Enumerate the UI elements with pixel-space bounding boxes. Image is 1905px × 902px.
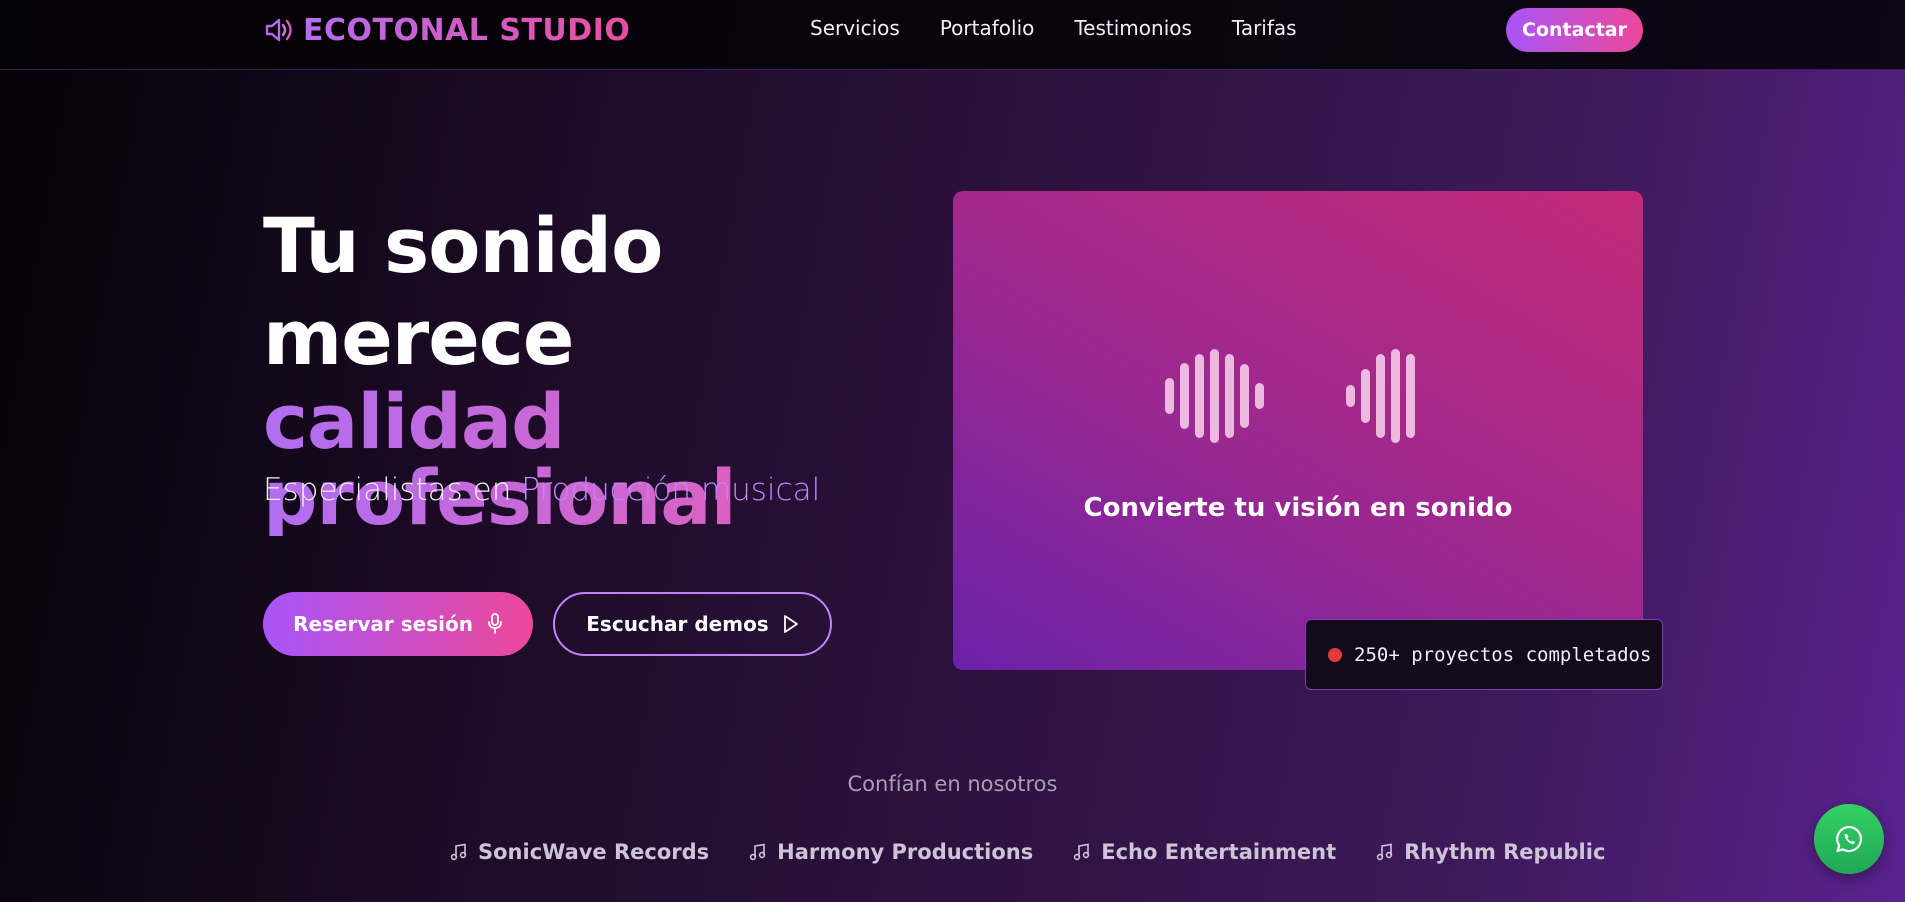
visual-caption: Convierte tu visión en sonido	[1083, 493, 1513, 523]
nav-link-servicios[interactable]: Servicios	[810, 16, 900, 40]
site-header: ECOTONAL STUDIO Servicios Portafolio Tes…	[0, 0, 1905, 70]
subtitle-highlight: Producción musical	[521, 472, 821, 508]
music-note-icon	[749, 843, 766, 861]
main-nav: Servicios Portafolio Testimonios Tarifas	[810, 16, 1297, 40]
partner-item: Echo Entertainment	[1073, 840, 1336, 864]
book-session-button[interactable]: Reservar sesión	[263, 592, 533, 656]
nav-link-testimonios[interactable]: Testimonios	[1074, 16, 1192, 40]
projects-badge: 250+ proyectos completados	[1305, 619, 1663, 690]
sound-wave-icon	[1346, 346, 1415, 446]
microphone-icon	[488, 613, 502, 634]
partner-item: Rhythm Republic	[1376, 840, 1605, 864]
subtitle-prefix: Especialistas en	[263, 472, 512, 508]
contact-button[interactable]: Contactar	[1506, 8, 1643, 52]
partner-item: Harmony Productions	[749, 840, 1033, 864]
brand-logo[interactable]: ECOTONAL STUDIO	[263, 12, 630, 48]
music-note-icon	[450, 843, 467, 861]
music-note-icon	[1074, 843, 1090, 861]
music-note-icon	[1376, 843, 1393, 861]
play-icon	[783, 615, 798, 633]
trust-label: Confían en nosotros	[847, 772, 1058, 796]
hero-visual-card: Convierte tu visión en sonido	[953, 191, 1643, 670]
hero-subtitle: Especialistas en Producción musical	[263, 472, 820, 508]
partner-item: SonicWave Records	[450, 840, 709, 864]
whatsapp-button[interactable]	[1814, 804, 1884, 874]
whatsapp-icon	[1836, 825, 1863, 853]
sound-wave-icon	[1165, 346, 1264, 446]
nav-link-portafolio[interactable]: Portafolio	[940, 16, 1035, 40]
nav-link-tarifas[interactable]: Tarifas	[1232, 16, 1297, 40]
partner-name: Echo Entertainment	[1101, 840, 1337, 864]
partner-name: Harmony Productions	[777, 840, 1034, 864]
partner-name: Rhythm Republic	[1404, 840, 1606, 864]
hero-title-line2: calidad	[263, 384, 963, 460]
speaker-icon	[265, 18, 292, 42]
listen-demos-label: Escuchar demos	[586, 612, 769, 636]
partner-list: SonicWave Records Harmony Productions Ec…	[450, 840, 1605, 864]
hero-title-line1: Tu sonido merece	[263, 201, 663, 382]
partner-name: SonicWave Records	[478, 840, 710, 864]
book-session-label: Reservar sesión	[293, 612, 473, 636]
brand-name: ECOTONAL STUDIO	[303, 12, 631, 48]
record-dot-icon	[1328, 647, 1342, 662]
listen-demos-button[interactable]: Escuchar demos	[553, 592, 832, 656]
projects-badge-text: 250+ proyectos completados	[1354, 643, 1652, 666]
